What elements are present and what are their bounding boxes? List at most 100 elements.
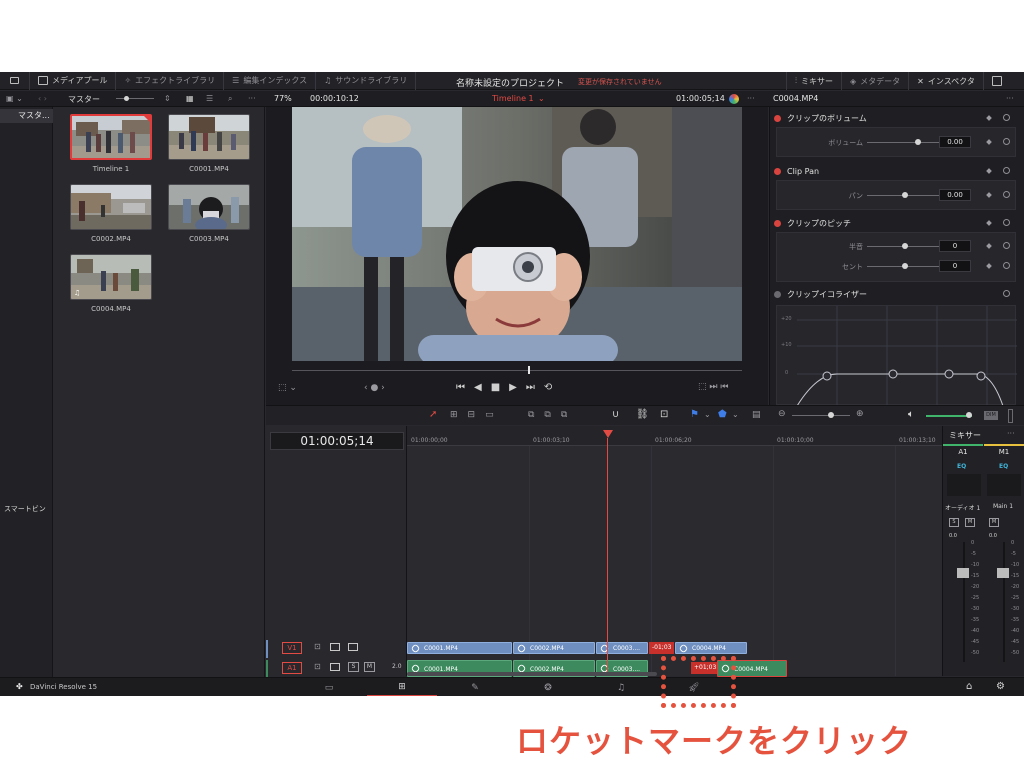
timeline-view-icon[interactable]: ▤ <box>752 410 761 420</box>
enable-dot-icon[interactable] <box>774 219 781 227</box>
fairlight-page-tab[interactable]: ♫ <box>586 678 656 696</box>
more-icon[interactable]: ··· <box>248 94 256 103</box>
track-lock-icon[interactable]: ⊡ <box>314 662 321 671</box>
reset-icon[interactable] <box>1003 114 1010 121</box>
zoom-level[interactable]: 77% <box>274 94 292 103</box>
enable-dot-icon[interactable] <box>774 114 781 122</box>
timeline-area[interactable]: 01:00:00;00 01:00:03;10 01:00:06;20 01:0… <box>407 426 942 677</box>
snapping-icon[interactable]: ∪ <box>612 409 619 420</box>
video-clip[interactable]: C0002.MP4 <box>513 642 595 654</box>
master-volume-knob[interactable] <box>966 412 972 418</box>
keyframe-icon[interactable] <box>986 139 992 145</box>
search-icon[interactable]: ⌕ <box>228 94 232 104</box>
playhead-marker[interactable] <box>603 430 613 438</box>
mute-button[interactable]: M <box>364 662 375 672</box>
fader-track[interactable] <box>1003 542 1005 662</box>
zoom-in-icon[interactable]: ⊕ <box>856 409 864 419</box>
timeline-timecode[interactable]: 01:00:05;14 <box>270 432 404 450</box>
pan-control[interactable] <box>947 474 981 496</box>
reset-icon[interactable] <box>1003 138 1010 145</box>
expand-button[interactable] <box>984 72 1010 90</box>
track-lock-icon[interactable]: ⊡ <box>314 642 321 651</box>
fader-knob[interactable] <box>957 568 969 578</box>
enable-dot-icon[interactable] <box>774 290 781 298</box>
list-view-icon[interactable]: ☰ <box>206 94 213 103</box>
dim-button[interactable]: DIM <box>984 411 998 420</box>
mixer-main-mute[interactable]: M <box>989 518 999 527</box>
mixer-solo[interactable]: S <box>949 518 959 527</box>
track-v1-label[interactable]: V1 <box>282 642 302 654</box>
media-pool-button[interactable]: メディアプール <box>30 72 117 90</box>
zoom-out-icon[interactable]: ⊖ <box>778 409 786 419</box>
color-page-tab[interactable]: ❂ <box>513 678 583 696</box>
marker-icon[interactable]: ⬟ <box>718 409 727 420</box>
scrub-bar[interactable] <box>292 370 742 371</box>
fader-track[interactable] <box>963 542 965 662</box>
lock-icon[interactable]: ⊡ <box>660 409 668 420</box>
sound-library-button[interactable]: ♫ サウンドライブラリ <box>316 72 417 90</box>
semitone-value[interactable]: 0 <box>939 240 971 252</box>
volume-section-header[interactable]: クリップのボリューム <box>774 109 1016 127</box>
keyframe-icon[interactable] <box>986 263 992 269</box>
timeline-dropdown-icon[interactable]: ⌄ <box>538 94 545 103</box>
keyframe-icon[interactable] <box>986 243 992 249</box>
grid-view-icon[interactable]: ▦ <box>186 94 194 103</box>
mixer-mute[interactable]: M <box>965 518 975 527</box>
enable-dot-icon[interactable] <box>774 167 781 175</box>
viewer-more-icon[interactable]: ··· <box>747 94 755 103</box>
reset-icon[interactable] <box>1003 219 1010 226</box>
playhead-line[interactable] <box>607 438 608 676</box>
settings-gear-icon[interactable]: ⚙ <box>996 681 1005 692</box>
semitone-knob[interactable] <box>902 243 908 249</box>
nav-arrows-icon[interactable]: ‹ › <box>38 94 47 103</box>
reset-icon[interactable] <box>1003 167 1010 174</box>
mixer-button[interactable]: ⫶ ミキサー <box>786 72 842 90</box>
edit-tools-icons[interactable]: ⊞⊟▭ <box>450 410 504 420</box>
volume-slider[interactable] <box>867 142 943 143</box>
timeline-selector[interactable]: Timeline 1 <box>492 94 534 103</box>
track-a1-label[interactable]: A1 <box>282 662 302 674</box>
auto-select-icon[interactable] <box>330 643 340 651</box>
insert-tools-icons[interactable]: ⧉⧉⧉ <box>528 410 577 420</box>
pan-control[interactable] <box>987 474 1021 496</box>
link-icon[interactable]: ⛓ <box>636 409 649 420</box>
track-enable-icon[interactable] <box>348 643 358 651</box>
eq-indicator[interactable]: EQ <box>957 463 966 470</box>
marker-dropdown-icon[interactable]: ⌄ <box>732 410 739 419</box>
cent-knob[interactable] <box>902 263 908 269</box>
media-page-tab[interactable]: ▭ <box>294 678 364 696</box>
thumb-size-knob[interactable] <box>124 96 129 101</box>
inspector-button[interactable]: ✕ インスペクタ <box>909 72 984 90</box>
media-thumb-c0001[interactable] <box>168 114 250 160</box>
video-clip[interactable]: C0001.MP4 <box>407 642 512 654</box>
pan-knob[interactable] <box>902 192 908 198</box>
scrub-playhead[interactable] <box>528 366 530 374</box>
volume-knob[interactable] <box>915 139 921 145</box>
auto-select-icon[interactable] <box>330 663 340 671</box>
reset-icon[interactable] <box>1003 290 1010 297</box>
viewer-options-icon[interactable]: ⬚ ⌄ <box>278 383 297 393</box>
pan-value[interactable]: 0.00 <box>939 189 971 201</box>
thumb-size-slider[interactable] <box>116 98 154 99</box>
edit-page-tab[interactable]: ⊞ <box>367 678 437 696</box>
clip-nav-icon[interactable]: ‹ ● › <box>364 383 385 393</box>
cent-value[interactable]: 0 <box>939 260 971 272</box>
fusion-page-tab[interactable]: ✎ <box>440 678 510 696</box>
edit-index-button[interactable]: ☰ 編集インデックス <box>224 72 317 90</box>
flag-dropdown-icon[interactable]: ⌄ <box>704 410 711 419</box>
reset-icon[interactable] <box>1003 191 1010 198</box>
select-tool-icon[interactable]: ➚ <box>429 409 437 420</box>
media-thumb-c0004[interactable]: ♫ <box>70 254 152 300</box>
video-clip[interactable]: C0004.MP4 <box>675 642 747 654</box>
smart-bins-label[interactable]: スマートビン <box>4 504 46 514</box>
sort-icon[interactable]: ⇕ <box>164 94 171 103</box>
zoom-knob[interactable] <box>828 412 834 418</box>
fader-knob[interactable] <box>997 568 1009 578</box>
mixer-more-icon[interactable]: ··· <box>1007 429 1015 438</box>
volume-value[interactable]: 0.00 <box>939 136 971 148</box>
viewer-frame[interactable] <box>292 107 742 361</box>
media-thumb-timeline[interactable] <box>70 114 152 160</box>
home-icon[interactable]: ⌂ <box>966 681 972 692</box>
volume-icon[interactable]: 🔈︎ <box>908 409 914 420</box>
media-thumb-c0002[interactable] <box>70 184 152 230</box>
